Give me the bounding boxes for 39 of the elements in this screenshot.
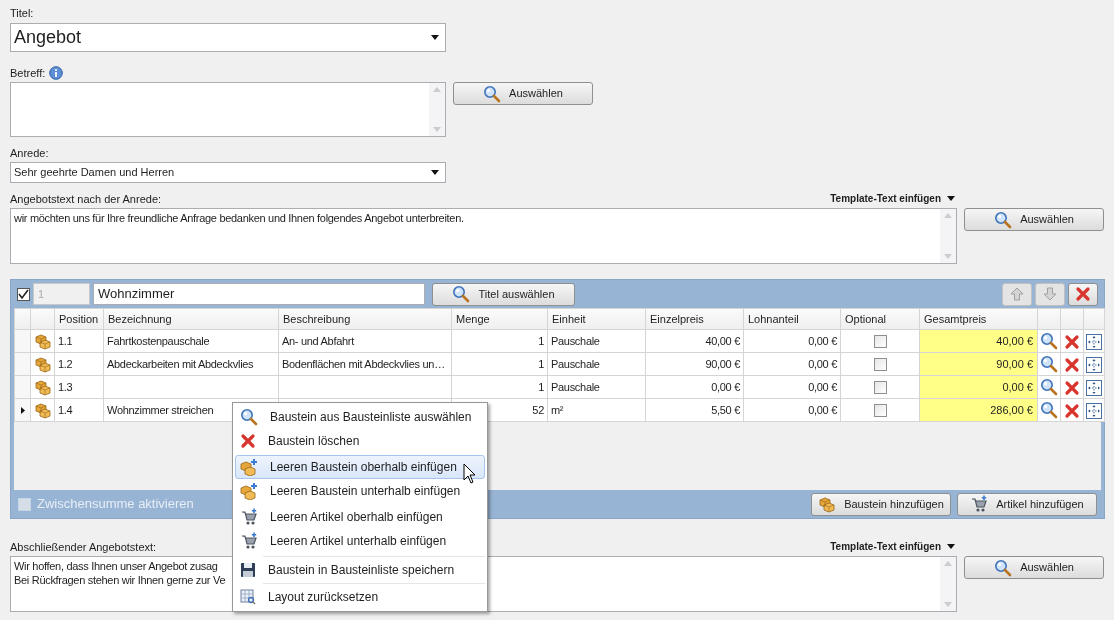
field-label: Betreff: — [10, 66, 46, 80]
table-cell: 40,00 € — [705, 334, 740, 347]
table-cell: 0,00 € — [808, 357, 837, 370]
table-cell: 1.3 — [58, 380, 73, 393]
subtotal-label: Zwischensumme aktivieren — [37, 495, 194, 514]
table-cell: Wohnzimmer streichen — [107, 403, 214, 416]
table-cell: Pauschale — [551, 334, 600, 347]
table-cell: Pauschale — [551, 357, 600, 370]
field-label: Titel: — [10, 6, 35, 20]
field-label: Anrede: — [10, 146, 50, 160]
table-cell: 90,00 € — [996, 357, 1033, 370]
table-cell: 0,00 € — [808, 334, 837, 347]
table-cell: Pauschale — [551, 380, 600, 393]
table-cell: 0,00 € — [808, 403, 837, 416]
table-cell: 1.1 — [58, 334, 73, 347]
table-cell: m² — [551, 403, 564, 416]
table-cell: 90,00 € — [705, 357, 740, 370]
table-cell: 5,50 € — [711, 403, 740, 416]
number-field: 1 — [33, 283, 90, 305]
text-line: Bei Rückfragen stehen wir Ihnen gerne zur Ve — [14, 573, 226, 587]
table-cell: 1.2 — [58, 357, 73, 370]
table-cell: 0,00 € — [808, 380, 837, 393]
table-cell: 0,00 € — [1002, 380, 1033, 393]
table-cell: 1.4 — [58, 403, 73, 416]
table-cell: 286,00 € — [990, 403, 1033, 416]
text-line: wir möchten uns für Ihre freundliche Anfrage bedanken und Ihnen folgendes Angebot unterbreiten. — [14, 211, 464, 225]
table-cell: 0,00 € — [711, 380, 740, 393]
table-cell: An- und Abfahrt — [282, 334, 354, 347]
table-cell: 52 — [532, 403, 544, 416]
text-line: Wir hoffen, dass Ihnen unser Angebot zusag — [14, 559, 218, 573]
table-cell: 40,00 € — [996, 334, 1033, 347]
table-cell: 1 — [538, 357, 544, 370]
table-cell: Fahrtkostenpauschale — [107, 334, 210, 347]
table-cell: Abdeckarbeiten mit Abdeckvlies — [107, 357, 254, 370]
table-cell: 1 — [538, 334, 544, 347]
field-label: Abschließender Angebotstext: — [10, 540, 157, 554]
table-cell: 1 — [538, 380, 544, 393]
table-cell: Bodenflächen mit Abdeckvlies un… — [282, 357, 445, 370]
field-label: Angebotstext nach der Anrede: — [10, 192, 162, 206]
